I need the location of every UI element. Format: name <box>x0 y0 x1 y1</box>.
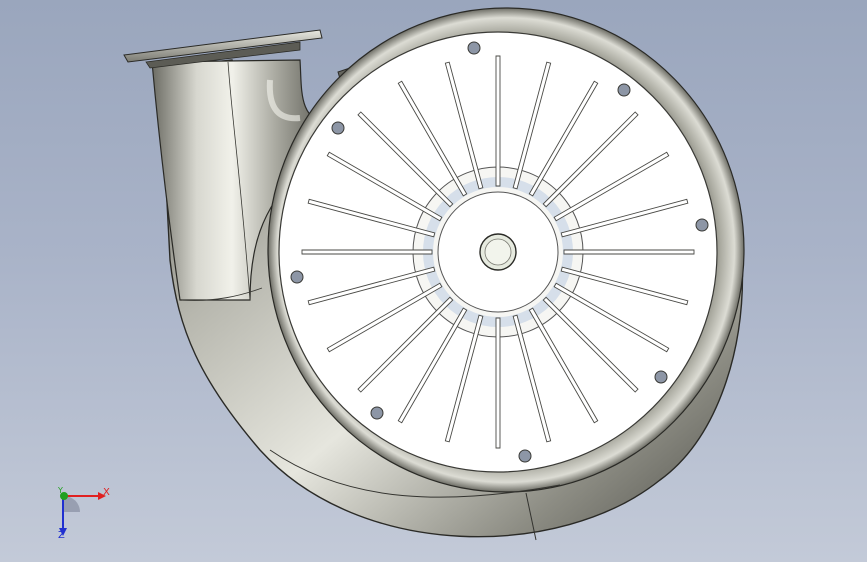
z-axis-label: Z <box>58 530 65 541</box>
bolt-hole <box>695 218 709 232</box>
x-axis-label: X <box>103 487 110 498</box>
y-axis-label: Y <box>58 486 63 495</box>
bolt-hole <box>617 83 631 97</box>
radial-rib <box>301 249 433 255</box>
bolt-hole <box>331 121 345 135</box>
radial-rib <box>563 249 695 255</box>
bolt-hole <box>370 406 384 420</box>
bolt-hole <box>654 370 668 384</box>
radial-rib <box>495 317 501 449</box>
fan-model[interactable] <box>0 0 867 562</box>
bolt-hole <box>290 270 304 284</box>
bolt-hole <box>467 41 481 55</box>
shaft-hub-inner <box>484 238 512 266</box>
radial-rib <box>495 55 501 187</box>
graphics-viewport[interactable]: X Y Z <box>0 0 867 562</box>
bolt-hole <box>518 449 532 463</box>
